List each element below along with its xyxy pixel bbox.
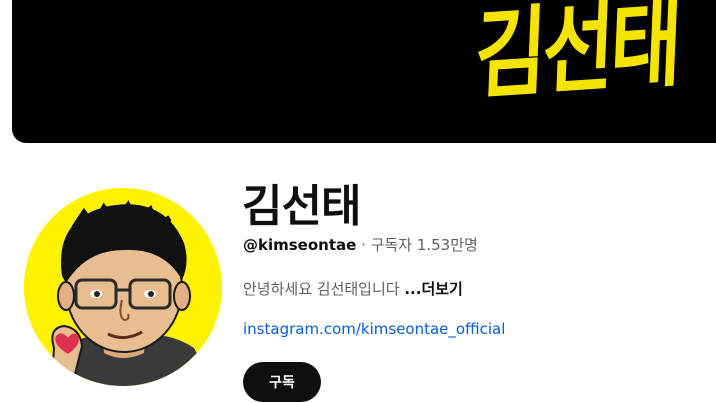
channel-handle: @kimseontae <box>243 236 357 254</box>
more-link[interactable]: ...더보기 <box>404 280 463 298</box>
avatar[interactable] <box>24 188 222 386</box>
subscribe-button[interactable]: 구독 <box>243 362 321 402</box>
channel-name: 김선태 <box>242 181 361 232</box>
channel-meta: @kimseontae · 구독자 1.53만명 <box>243 234 478 255</box>
channel-description[interactable]: 안녕하세요 김선태입니다 ...더보기 <box>243 278 463 299</box>
description-text: 안녕하세요 김선태입니다 <box>243 280 400 298</box>
banner-logo: 김선태 <box>472 0 681 114</box>
channel-banner: 김선태 <box>12 0 716 143</box>
avatar-illustration <box>24 188 222 386</box>
subscriber-count: 구독자 1.53만명 <box>370 236 478 254</box>
channel-link[interactable]: instagram.com/kimseontae_official <box>243 320 505 338</box>
meta-separator: · <box>361 236 366 254</box>
